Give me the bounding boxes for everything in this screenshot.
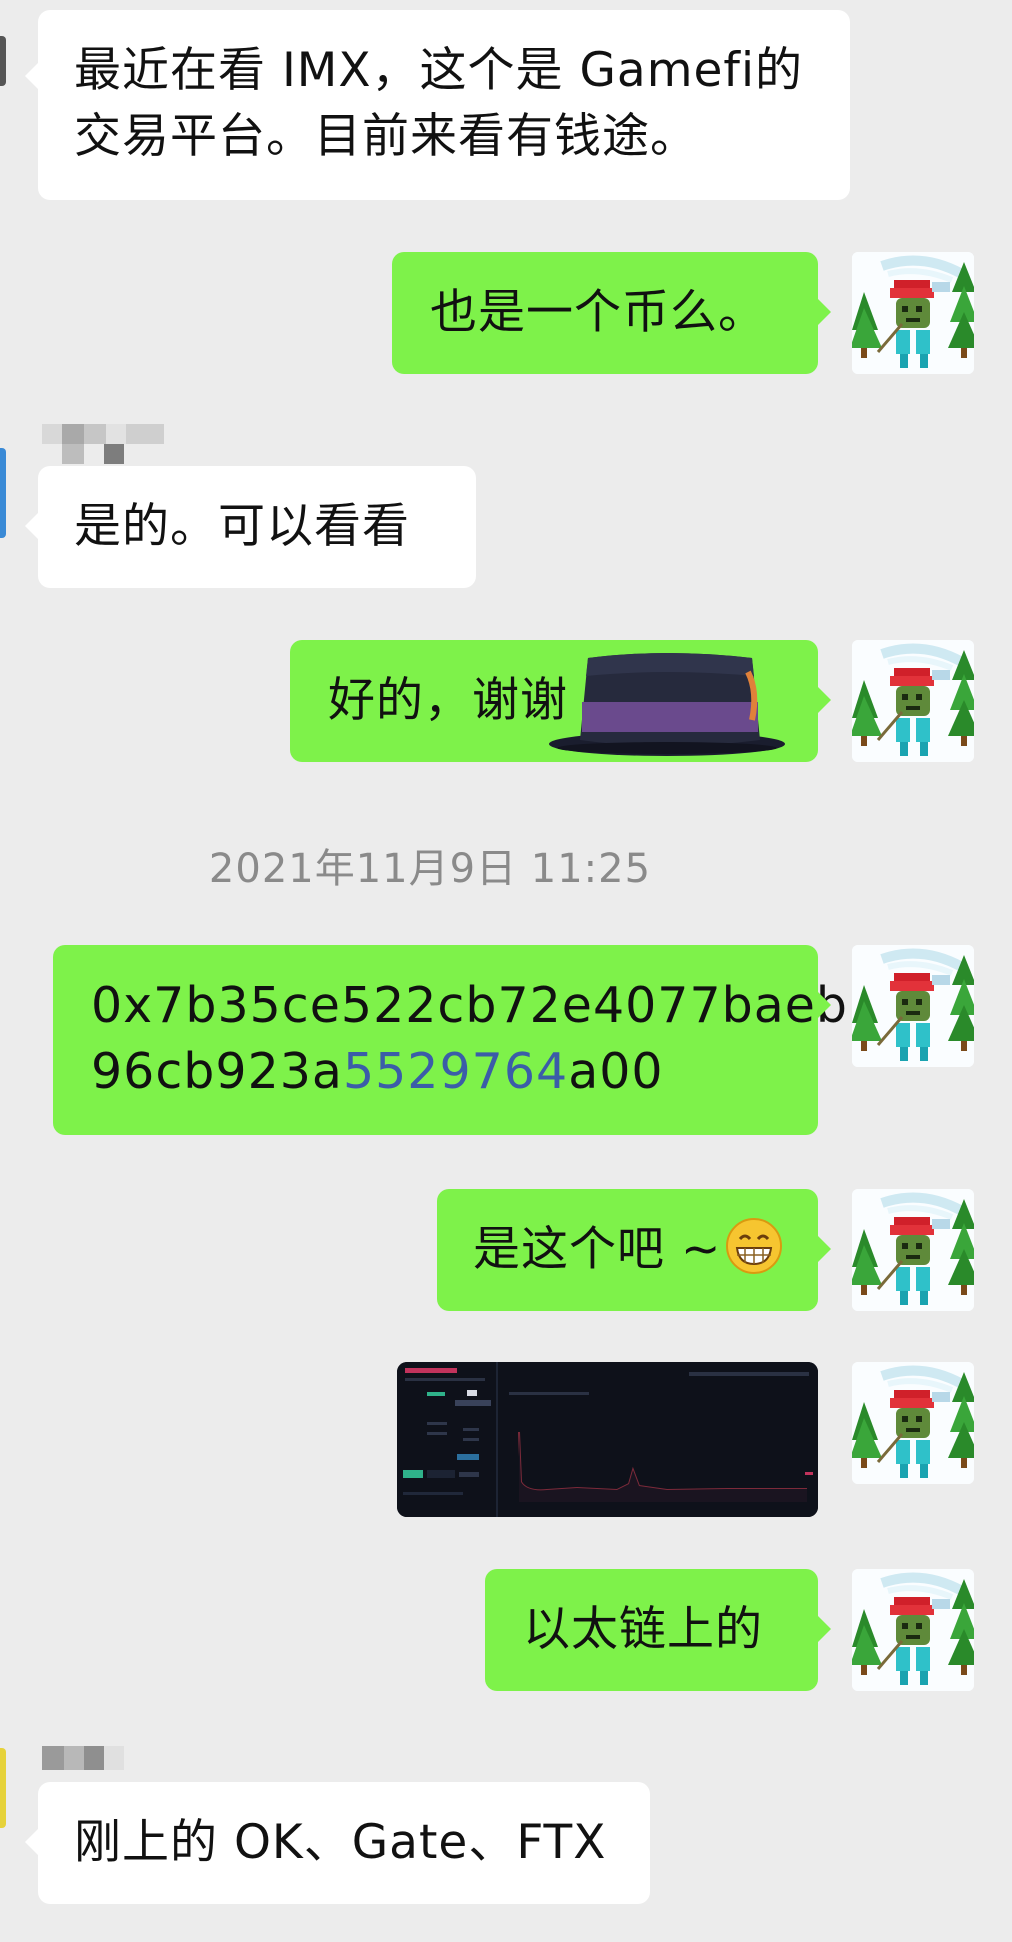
timestamp: 2021年11月9日 11:25: [208, 846, 652, 892]
sender-name-blurred: [42, 424, 164, 464]
chart-screenshot-thumbnail[interactable]: [397, 1362, 818, 1517]
message-text: 是的。可以看看: [74, 499, 410, 554]
self-avatar[interactable]: [852, 1569, 974, 1691]
self-avatar[interactable]: [852, 252, 974, 374]
message-text: 最近在看 IMX，这个是 Gamefi的: [74, 43, 804, 98]
outgoing-message-bubble[interactable]: 0x7b35ce522cb72e4077baeb 96cb923a5529764…: [53, 945, 849, 1135]
outgoing-message-bubble[interactable]: 也是一个币么。: [392, 252, 831, 374]
self-avatar[interactable]: [852, 945, 974, 1067]
detected-number-link[interactable]: 5529764: [343, 1043, 568, 1100]
top-hat-sticker-icon: [549, 653, 785, 756]
incoming-message-bubble[interactable]: 刚上的 OK、Gate、FTX: [25, 1782, 650, 1904]
partner-avatar-edge[interactable]: [0, 36, 6, 86]
self-avatar[interactable]: [852, 1189, 974, 1311]
incoming-message-bubble[interactable]: 是的。可以看看: [25, 466, 476, 588]
incoming-message-bubble[interactable]: 最近在看 IMX，这个是 Gamefi的 交易平台。目前来看有钱途。: [25, 10, 850, 200]
message-text: 也是一个币么。: [430, 285, 766, 340]
outgoing-message-bubble[interactable]: 以太链上的: [485, 1569, 831, 1691]
message-text: 96cb923a5529764a00: [91, 1043, 664, 1100]
message-text: 刚上的 OK、Gate、FTX: [74, 1815, 607, 1870]
message-text: 交易平台。目前来看有钱途。: [74, 109, 698, 164]
message-text: 是这个吧 ~: [473, 1217, 818, 1283]
message-text: 0x7b35ce522cb72e4077baeb: [91, 977, 849, 1034]
self-avatar[interactable]: [852, 1362, 974, 1484]
message-text: 以太链上的: [523, 1602, 763, 1657]
grinning-face-emoji-icon: [726, 1218, 783, 1274]
self-avatar[interactable]: [852, 640, 974, 762]
partner-avatar-edge[interactable]: [0, 1748, 6, 1828]
partner-avatar-edge[interactable]: [0, 448, 6, 538]
chart-thumbnail-content-icon: [397, 1362, 818, 1517]
sender-name-blurred: [42, 1746, 124, 1770]
outgoing-message-bubble[interactable]: 是这个吧 ~: [437, 1189, 831, 1311]
